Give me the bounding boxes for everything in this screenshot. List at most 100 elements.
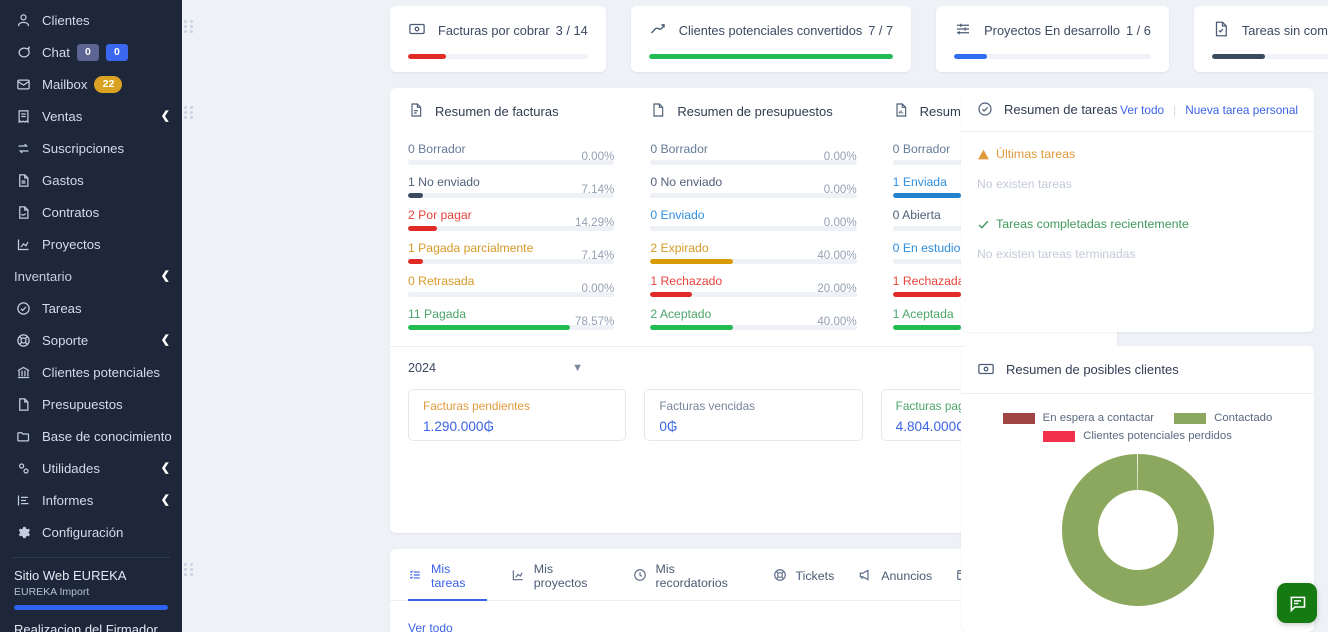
sidebar-item-informes[interactable]: Informes ❮ — [0, 484, 182, 516]
total-card-facturas-pendientes[interactable]: Facturas pendientes 1.290.000₲ — [408, 389, 627, 441]
tasks-see-all-link[interactable]: Ver todo — [1120, 103, 1164, 117]
summary-column-presupuestos: Resumen de presupuestos 0 Borrador 0.00% 0… — [632, 102, 874, 340]
legend-swatch — [1002, 412, 1035, 424]
year-select[interactable]: 2024 ▼ — [408, 361, 583, 375]
sidebar-item-mailbox[interactable]: Mailbox 22 — [0, 68, 182, 100]
tab-mis-recordatorios[interactable]: Mis recordatorios — [633, 550, 749, 601]
sidebar-item-gastos[interactable]: Gastos — [0, 164, 182, 196]
completed-tasks-empty: No existen tareas terminadas — [977, 247, 1136, 261]
chevron-left-icon[interactable]: ❮ — [161, 494, 170, 506]
refresh-cycle-icon — [14, 139, 32, 157]
sidebar-item-label: Mailbox — [42, 76, 88, 92]
summary-row-label: 11 Pagada — [408, 307, 467, 321]
summary-row[interactable]: 0 Borrador 0.00% — [650, 142, 857, 165]
sidebar-item-configuracion[interactable]: Configuración — [0, 516, 182, 548]
total-label: Facturas pendientes — [423, 399, 530, 413]
chat-fab-button[interactable] — [1277, 583, 1317, 623]
sidebar-item-tareas[interactable]: Tareas — [0, 292, 182, 324]
chat-badge-active[interactable]: 0 — [105, 43, 128, 61]
sidebar-item-soporte[interactable]: Soporte ❮ — [0, 324, 182, 356]
legend-row-2: Clientes potenciales perdidos — [971, 430, 1304, 442]
sidebar-project-eureka[interactable]: Sitio Web EUREKA EUREKA Import — [0, 558, 182, 610]
sidebar-item-inventario[interactable]: Inventario ❮ — [0, 260, 182, 292]
summary-row-percent: 0.00% — [823, 183, 857, 196]
tab-anuncios[interactable]: Anuncios — [858, 550, 932, 601]
document-icon — [14, 171, 32, 189]
chevron-left-icon[interactable]: ❮ — [161, 270, 170, 282]
sidebar-item-presupuestos[interactable]: Presupuestos — [0, 388, 182, 420]
summary-row[interactable]: 1 Pagada parcialmente 7.14% — [408, 241, 615, 264]
legend-label: En espera a contactar — [1042, 412, 1155, 424]
summary-row[interactable]: 0 No enviado 0.00% — [650, 175, 857, 198]
contract-signature-icon — [14, 203, 32, 221]
sidebar-item-proyectos[interactable]: Proyectos — [0, 228, 182, 260]
legend-item-en-espera[interactable]: En espera a contactar — [1002, 412, 1155, 424]
sidebar-item-clientes-potenciales[interactable]: Clientes potenciales — [0, 356, 182, 388]
total-value: 1.290.000₲ — [423, 419, 495, 434]
summary-row-percent: 14.29% — [575, 216, 615, 229]
sidebar: Clientes Chat 0 0 Mailbox 22 Ventas ❮ Su… — [0, 0, 182, 632]
stat-count: 7 / 7 — [868, 22, 894, 38]
sidebar-item-ventas[interactable]: Ventas ❮ — [0, 100, 182, 132]
total-card-facturas-vencidas[interactable]: Facturas vencidas 0₲ — [644, 389, 863, 441]
summary-row[interactable]: 1 Rechazado 20.00% — [650, 274, 857, 297]
new-personal-task-link[interactable]: Nueva tarea personal — [1185, 103, 1298, 117]
check-circle-icon — [977, 101, 995, 119]
summary-title: Resumen de facturas — [435, 103, 559, 119]
sidebar-item-contratos[interactable]: Contratos — [0, 196, 182, 228]
receipt-icon — [14, 107, 32, 125]
legend-item-contactado[interactable]: Contactado — [1174, 412, 1272, 424]
drag-handle-left-panel[interactable] — [184, 106, 193, 119]
sidebar-item-chat[interactable]: Chat 0 0 — [0, 36, 182, 68]
legend-swatch — [1174, 412, 1207, 424]
sidebar-item-suscripciones[interactable]: Suscripciones — [0, 132, 182, 164]
latest-tasks-label: Últimas tareas — [996, 147, 1076, 161]
summary-row[interactable]: 2 Por pagar 14.29% — [408, 208, 615, 231]
stat-card-proyectos-en-desarrollo[interactable]: Proyectos En desarrollo 1 / 6 — [936, 6, 1169, 72]
donut-chart[interactable] — [961, 450, 1314, 610]
chat-badge-unassigned[interactable]: 0 — [76, 43, 99, 61]
tab-mis-tareas[interactable]: Mis tareas — [408, 550, 487, 601]
summary-title: Resumen de presupuestos — [677, 103, 833, 119]
stat-card-tareas-sin-completar[interactable]: Tareas sin completar 4 / 14 — [1193, 6, 1328, 72]
summary-row[interactable]: 2 Expirado 40.00% — [650, 241, 857, 264]
sidebar-item-base-de-conocimiento[interactable]: Base de conocimiento — [0, 420, 182, 452]
chart-bars-icon — [14, 235, 32, 253]
leads-summary-panel: Resumen de posibles clientes En espera a… — [961, 346, 1314, 632]
mailbox-badge-count[interactable]: 22 — [94, 75, 123, 93]
summary-row-percent: 7.14% — [581, 249, 615, 262]
sidebar-item-label: Ventas — [42, 108, 83, 124]
sidebar-item-label: Inventario — [14, 268, 72, 284]
total-value: 0₲ — [659, 419, 678, 434]
summary-row[interactable]: 2 Aceptado 40.00% — [650, 307, 857, 330]
sidebar-item-utilidades[interactable]: Utilidades ❮ — [0, 452, 182, 484]
donut-slice[interactable] — [1061, 454, 1214, 606]
stat-card-clientes-potenciales-convertidos[interactable]: Clientes potenciales convertidos 7 / 7 — [630, 6, 912, 72]
chevron-down-icon: ▼ — [572, 362, 583, 374]
tab-mis-proyectos[interactable]: Mis proyectos — [511, 550, 609, 601]
tab-tickets[interactable]: Tickets — [773, 550, 834, 601]
sidebar-item-clientes[interactable]: Clientes — [0, 4, 182, 36]
summary-row[interactable]: 0 Borrador 0.00% — [408, 142, 615, 165]
summary-row-percent: 40.00% — [817, 249, 857, 262]
summary-row[interactable]: 0 Retrasada 0.00% — [408, 274, 615, 297]
summary-row[interactable]: 11 Pagada 78.57% — [408, 307, 615, 330]
drag-handle-stats[interactable] — [184, 20, 193, 33]
summary-row[interactable]: 0 Enviado 0.00% — [650, 208, 857, 231]
chevron-left-icon[interactable]: ❮ — [161, 334, 170, 346]
total-label: Facturas vencidas — [659, 399, 756, 413]
chevron-left-icon[interactable]: ❮ — [161, 110, 170, 122]
sidebar-project-firmador[interactable]: Realizacion del Firmador — [0, 610, 182, 632]
summary-row-label: 2 Por pagar — [408, 208, 472, 222]
chevron-left-icon[interactable]: ❮ — [161, 462, 170, 474]
summary-row-label: 0 Enviado — [650, 208, 705, 222]
file-blank-icon — [650, 102, 668, 120]
sidebar-item-label: Configuración — [42, 524, 124, 540]
tasks-summary-panel: Resumen de tareas Ver todo | Nueva tarea… — [961, 88, 1314, 332]
tabs-see-all-link[interactable]: Ver todo — [408, 621, 453, 632]
banknote-icon — [408, 20, 428, 40]
summary-row[interactable]: 1 No enviado 7.14% — [408, 175, 615, 198]
legend-item-perdidos[interactable]: Clientes potenciales perdidos — [1043, 430, 1232, 442]
stat-card-facturas-por-cobrar[interactable]: Facturas por cobrar 3 / 14 — [390, 6, 606, 72]
drag-handle-tabs-panel[interactable] — [184, 563, 193, 576]
